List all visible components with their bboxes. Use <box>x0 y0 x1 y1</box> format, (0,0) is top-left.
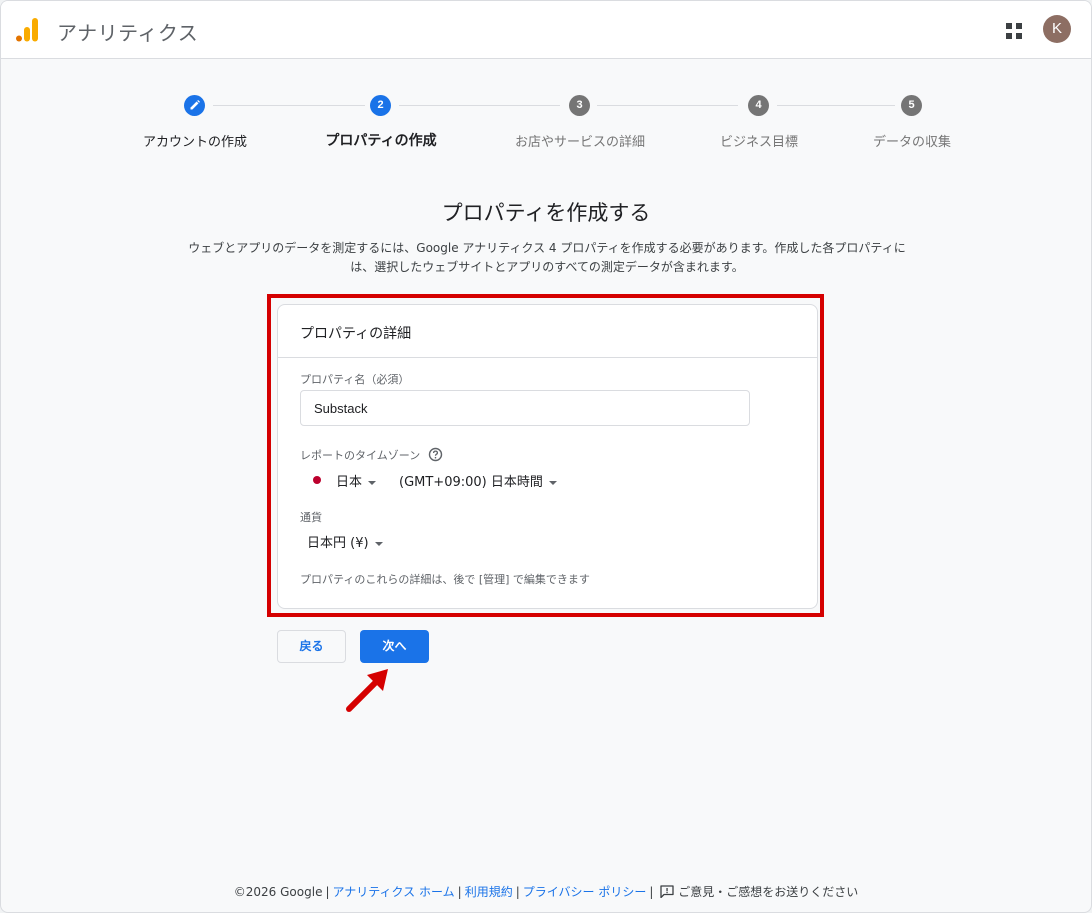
step-5-dot: 5 <box>901 95 922 116</box>
page-description: ウェブとアプリのデータを測定するには、Google アナリティクス 4 プロパテ… <box>188 241 906 274</box>
timezone-select[interactable]: (GMT+09:00) 日本時間 <box>399 471 557 490</box>
step-1-completed-dot[interactable] <box>184 95 205 116</box>
currency-label: 通貨 <box>300 511 322 524</box>
footer-separator: | <box>515 885 520 899</box>
timezone-select-value: (GMT+09:00) 日本時間 <box>399 475 543 490</box>
feedback-link[interactable]: ご意見・ご感想をお送りください <box>660 885 858 899</box>
stepper-connector <box>213 105 365 106</box>
card-divider <box>278 357 817 358</box>
step-4-label: ビジネス目標 <box>719 135 799 150</box>
setup-stepper: 2 3 4 5 アカウントの作成 プロパティの作成 お店やサービスの詳細 ビジネ… <box>1 93 1091 163</box>
chevron-down-icon <box>368 480 377 485</box>
step-4-dot: 4 <box>748 95 769 116</box>
chevron-down-icon <box>548 480 557 485</box>
browser-frame: アナリティクス K 2 3 4 5 アカウントの作成 プロパティの作成 お店やサ… <box>0 0 1092 913</box>
timezone-label: レポートのタイムゾーン <box>300 449 421 462</box>
apps-grid-icon[interactable] <box>1005 22 1023 40</box>
feedback-label: ご意見・ご感想をお送りください <box>678 885 859 899</box>
property-name-label: プロパティ名（必須） <box>300 373 410 386</box>
step-5-label: データの収集 <box>872 135 952 150</box>
help-icon[interactable] <box>428 447 443 462</box>
app-title: アナリティクス <box>57 21 199 45</box>
card-title: プロパティの詳細 <box>300 326 412 342</box>
privacy-policy-link[interactable]: プライバシー ポリシー <box>523 885 647 899</box>
property-name-input[interactable] <box>300 390 750 426</box>
footer: ©2026 Google | アナリティクス ホーム | 利用規約 | プライバシー ポリシ… <box>1 883 1091 900</box>
stepper-connector <box>777 105 895 106</box>
country-select-value: 日本 <box>336 475 363 490</box>
top-app-bar: アナリティクス K <box>1 1 1091 59</box>
footer-separator: | <box>649 885 654 899</box>
stepper-connector <box>597 105 738 106</box>
google-analytics-logo[interactable] <box>15 17 39 43</box>
stepper-connector <box>399 105 560 106</box>
property-details-card: プロパティの詳細 プロパティ名（必須） レポートのタイムゾーン 日本 (GMT+… <box>277 304 818 609</box>
step-3-dot: 3 <box>569 95 590 116</box>
country-select[interactable]: 日本 <box>336 471 377 490</box>
edit-later-note: プロパティのこれらの詳細は、後で [管理] で編集できます <box>300 573 590 586</box>
account-avatar[interactable]: K <box>1043 15 1071 43</box>
feedback-icon <box>660 885 674 898</box>
step-3-label: お店やサービスの詳細 <box>514 135 646 150</box>
footer-separator: | <box>457 885 462 899</box>
red-arrow-annotation <box>346 669 388 712</box>
terms-link[interactable]: 利用規約 <box>465 885 513 899</box>
edit-pencil-icon <box>190 100 200 110</box>
page-title: プロパティを作成する <box>441 201 651 225</box>
step-2-dot: 2 <box>370 95 391 116</box>
currency-select[interactable]: 日本円 (¥) <box>307 532 383 551</box>
copyright-text: ©2026 Google <box>233 885 323 899</box>
back-button[interactable]: 戻る <box>277 630 346 663</box>
next-button[interactable]: 次へ <box>360 630 429 663</box>
chevron-down-icon <box>374 541 383 546</box>
japan-flag-icon <box>313 476 321 484</box>
analytics-home-link[interactable]: アナリティクス ホーム <box>333 885 455 899</box>
footer-separator: | <box>325 885 330 899</box>
step-1-label: アカウントの作成 <box>142 135 248 150</box>
currency-select-value: 日本円 (¥) <box>307 536 369 551</box>
step-2-label: プロパティの作成 <box>325 133 437 149</box>
